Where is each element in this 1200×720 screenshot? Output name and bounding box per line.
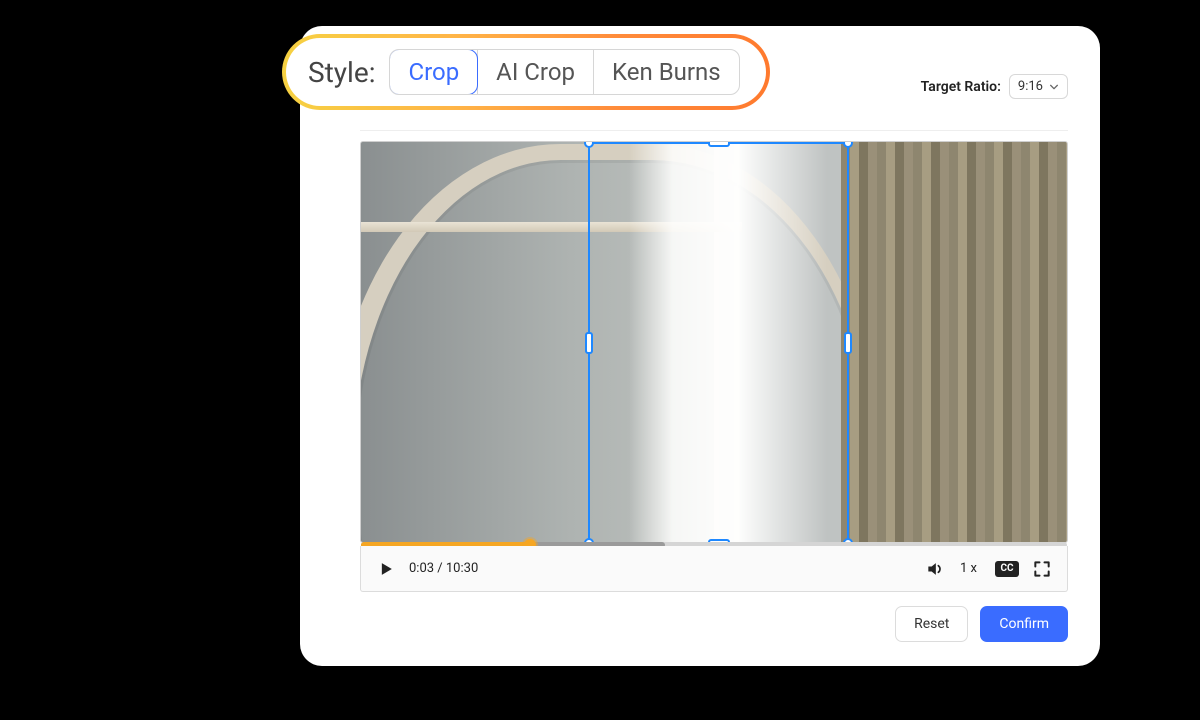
- crop-editor-panel: Style: Crop AI Crop Ken Burns Target Rat…: [300, 26, 1100, 666]
- crop-handle-left[interactable]: [585, 332, 593, 354]
- chevron-down-icon: [1049, 82, 1059, 92]
- crop-handle-top-left[interactable]: [584, 141, 594, 148]
- style-option-ai-crop[interactable]: AI Crop: [477, 50, 593, 94]
- closed-captions-button[interactable]: CC: [995, 561, 1019, 577]
- reset-button[interactable]: Reset: [895, 606, 968, 642]
- playback-speed-button[interactable]: 1 x: [960, 561, 977, 576]
- crop-region[interactable]: [588, 142, 849, 543]
- volume-icon[interactable]: [924, 558, 946, 580]
- target-ratio-label: Target Ratio:: [921, 79, 1001, 95]
- style-option-ken-burns[interactable]: Ken Burns: [593, 50, 739, 94]
- style-segmented-control: Crop AI Crop Ken Burns: [389, 49, 739, 95]
- fullscreen-icon[interactable]: [1031, 558, 1053, 580]
- crop-handle-top[interactable]: [708, 141, 730, 147]
- style-badge: Style: Crop AI Crop Ken Burns: [282, 34, 770, 110]
- target-ratio-select[interactable]: 9:16: [1009, 74, 1068, 99]
- video-preview-area: [360, 130, 1068, 560]
- player-time-text: 0:03 / 10:30: [409, 561, 478, 576]
- video-frame: [360, 141, 1068, 543]
- crop-handle-right[interactable]: [844, 332, 852, 354]
- style-label: Style:: [308, 56, 375, 89]
- play-icon[interactable]: [375, 558, 397, 580]
- player-controls: 0:03 / 10:30 1 x CC: [360, 546, 1068, 592]
- confirm-button[interactable]: Confirm: [980, 606, 1068, 642]
- style-option-crop[interactable]: Crop: [389, 49, 478, 95]
- target-ratio-value: 9:16: [1018, 79, 1043, 94]
